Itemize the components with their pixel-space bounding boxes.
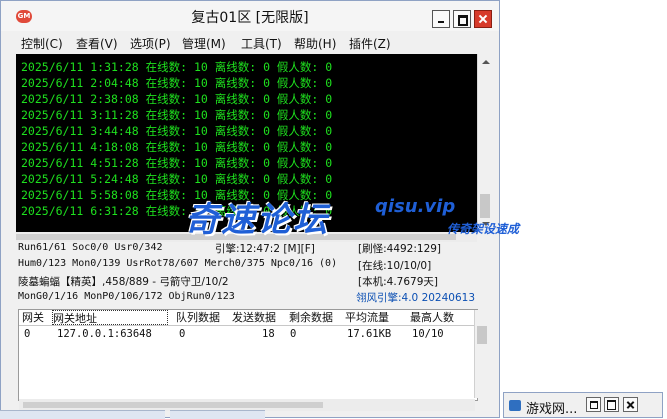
log-line: 2025/6/11 5:58:08 在线数: 10 离线数: 0 假人数: 0 (21, 188, 333, 202)
column-header-sent[interactable]: 发送数据 (232, 310, 276, 325)
table-vertical-scrollbar[interactable] (474, 310, 490, 398)
maximize-button[interactable] (453, 10, 471, 28)
log-line: 2025/6/11 1:31:28 在线数: 10 离线数: 0 假人数: 0 (21, 60, 333, 74)
log-line: 2025/6/11 3:44:48 在线数: 10 离线数: 0 假人数: 0 (21, 124, 333, 138)
close-button[interactable] (474, 10, 492, 28)
local-uptime: [本机:4.7679天] (358, 276, 438, 288)
cell-avg-traffic: 17.61KB (347, 328, 392, 340)
run-stats: Run61/61 Soc0/0 Usr0/342 (18, 242, 163, 253)
log-line: 2025/6/11 3:11:28 在线数: 10 离线数: 0 假人数: 0 (21, 108, 333, 122)
column-header-avg-traffic[interactable]: 平均流量 (345, 310, 389, 325)
log-line: 2025/6/11 2:38:08 在线数: 10 离线数: 0 假人数: 0 (21, 92, 333, 106)
table-header: 网关 网关地址 队列数据 发送数据 剩余数据 平均流量 最高人数 (19, 310, 477, 326)
cell-remaining: 0 (290, 328, 297, 340)
scrollbar-thumb[interactable] (477, 326, 487, 344)
scroll-up-icon[interactable] (482, 60, 490, 64)
cell-queue: 0 (179, 328, 186, 340)
column-header-remaining[interactable]: 剩余数据 (289, 310, 333, 325)
restore-button[interactable] (586, 397, 601, 412)
menu-view[interactable]: 查看(V) (76, 35, 118, 52)
cell-gateway: 0 (24, 328, 31, 340)
menu-help[interactable]: 帮助(H) (294, 35, 336, 52)
window-icon (509, 400, 521, 411)
scrollbar-thumb[interactable] (480, 194, 490, 218)
main-window: GM 复古01区 [无限版] 控制(C) 查看(V) 选项(P) 管理(M) 工… (0, 0, 500, 418)
column-header-gateway[interactable]: 网关 (22, 310, 44, 325)
hum-stats: Hum0/123 Mon0/139 UsrRot78/607 Merch0/37… (18, 258, 338, 269)
scroll-down-icon[interactable] (482, 222, 490, 226)
engine-version: 翎风引擎:4.0 20240613 (356, 292, 476, 304)
console-vertical-scrollbar[interactable] (477, 54, 492, 232)
minimize-button[interactable] (432, 10, 450, 28)
log-line: 2025/6/11 5:24:48 在线数: 10 离线数: 0 假人数: 0 (21, 172, 333, 186)
scrollbar-thumb[interactable] (16, 234, 456, 240)
table-row[interactable]: 0 127.0.0.1:63648 0 18 0 17.61KB 10/10 (19, 328, 477, 343)
column-header-queue[interactable]: 队列数据 (176, 310, 220, 325)
column-header-gateway-address[interactable]: 网关地址 (52, 310, 168, 325)
mongo-stats: MonG0/1/16 MonP0/106/172 ObjRun0/123 (18, 291, 235, 302)
cell-sent: 18 (262, 328, 275, 340)
title-bar[interactable]: GM 复古01区 [无限版] (1, 1, 499, 31)
cell-max-users: 10/10 (412, 328, 444, 340)
monster-info: 陵墓蝙蝠【精英】,458/889 - 弓箭守卫/10/2 (18, 276, 229, 288)
refresh-monster-stats: [刷怪:4492:129] (358, 243, 442, 255)
scrollbar-thumb[interactable] (23, 402, 323, 408)
log-line: 2025/6/11 4:51:28 在线数: 10 离线数: 0 假人数: 0 (21, 156, 333, 170)
close-button[interactable] (623, 397, 638, 412)
window-title: 复古01区 [无限版] (191, 10, 309, 26)
log-line: 2025/6/11 2:04:48 在线数: 10 离线数: 0 假人数: 0 (21, 76, 333, 90)
log-line: 2025/6/11 4:18:08 在线数: 10 离线数: 0 假人数: 0 (21, 140, 333, 154)
cell-gateway-address: 127.0.0.1:63648 (57, 328, 152, 340)
minimized-game-window[interactable]: 游戏网... (503, 392, 663, 418)
minimized-window-title: 游戏网... (526, 402, 578, 417)
log-line: 2025/6/11 6:31:28 在线数: 10 离线数: 0 假人数: 0 (21, 204, 333, 218)
menu-bar: 控制(C) 查看(V) 选项(P) 管理(M) 工具(T) 帮助(H) 插件(Z… (1, 32, 499, 52)
menu-plugins[interactable]: 插件(Z) (349, 35, 391, 52)
log-console[interactable]: 2025/6/11 1:31:28 在线数: 10 离线数: 0 假人数: 0 … (16, 54, 477, 232)
gateway-table[interactable]: 网关 网关地址 队列数据 发送数据 剩余数据 平均流量 最高人数 0 127.0… (18, 309, 478, 401)
menu-options[interactable]: 选项(P) (130, 35, 171, 52)
maximize-button[interactable] (604, 397, 619, 412)
menu-tools[interactable]: 工具(T) (241, 35, 282, 52)
column-header-max-users[interactable]: 最高人数 (410, 310, 454, 325)
menu-control[interactable]: 控制(C) (21, 35, 63, 52)
engine-time: 引擎:12:47:2 [M][F] (215, 243, 315, 255)
menu-manage[interactable]: 管理(M) (182, 35, 226, 52)
online-stats: [在线:10/10/0] (358, 260, 432, 272)
